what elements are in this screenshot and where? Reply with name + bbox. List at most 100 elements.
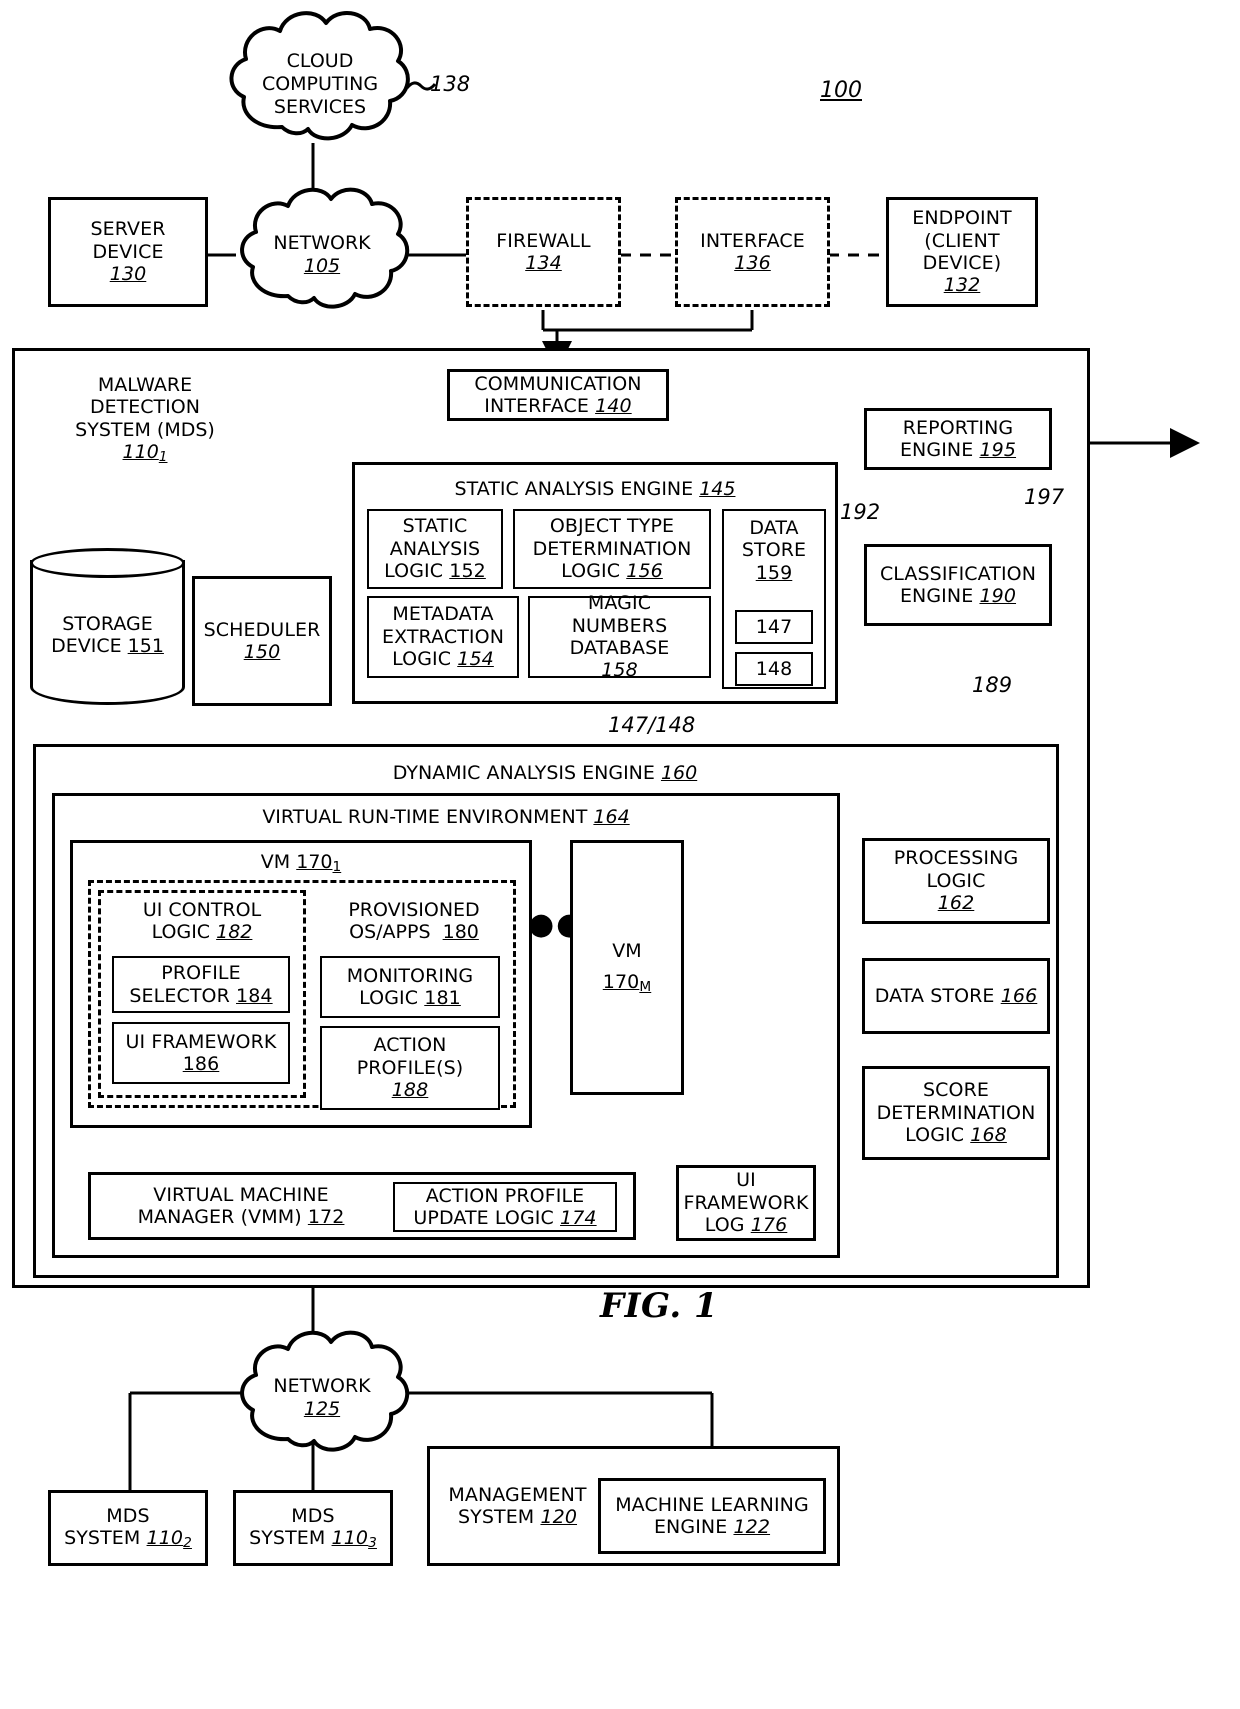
storage-device-line1: STORAGE	[62, 612, 153, 635]
mds3-ref-sub: 3	[368, 1535, 377, 1552]
figure-title: FIG. 1	[600, 1286, 719, 1326]
ref-138: 138	[430, 72, 471, 96]
vm1-ref: 170	[296, 851, 333, 873]
server-device-line2: DEVICE	[92, 240, 164, 263]
cloud-line1: CLOUD	[286, 50, 354, 72]
vm1-ref-sub: 1	[332, 859, 342, 875]
ps-ref: 184	[236, 984, 273, 1007]
network-105-ref: 105	[303, 254, 341, 277]
uifl-line1: UI	[736, 1169, 756, 1192]
ui-framework-box[interactable]: UI FRAMEWORK 186	[112, 1022, 290, 1084]
network-125-label: NETWORK 125	[242, 1375, 402, 1421]
uifl-line2: FRAMEWORK	[683, 1191, 809, 1214]
sal-line2: ANALYSIS	[389, 537, 481, 560]
vm-m-box[interactable]: VM 170M	[570, 840, 684, 1095]
uif-ref: 186	[182, 1053, 220, 1075]
score-determination-logic-box[interactable]: SCORE DETERMINATION LOGIC 168	[862, 1066, 1050, 1160]
server-device-box[interactable]: SERVER DEVICE 130	[48, 197, 208, 307]
ap-line1: ACTION	[373, 1034, 447, 1057]
ref-192: 192	[840, 500, 881, 524]
ml-ref: 181	[424, 987, 461, 1009]
mnd-ref: 158	[601, 659, 638, 682]
storage-device-ref: 151	[127, 635, 164, 657]
communication-interface-box[interactable]: COMMUNICATION INTERFACE 140	[447, 369, 669, 421]
object-type-determination-logic-box[interactable]: OBJECT TYPE DETERMINATION LOGIC 156	[513, 509, 711, 589]
mds-ref-sub: 1	[158, 449, 168, 466]
uifl-line3: LOG	[704, 1214, 745, 1237]
prov-line1: PROVISIONED	[348, 899, 480, 921]
ap-ref: 188	[391, 1079, 429, 1102]
vm1-title-text: VM	[260, 851, 291, 873]
pl-ref: 162	[937, 892, 975, 915]
mds3-ref: 110	[331, 1527, 369, 1550]
interface-box[interactable]: INTERFACE 136	[675, 197, 830, 307]
vmm-ref: 172	[307, 1206, 345, 1228]
scheduler-line1: SCHEDULER	[203, 618, 321, 641]
reporting-engine-box[interactable]: REPORTING ENGINE 195	[864, 408, 1052, 470]
scheduler-box[interactable]: SCHEDULER 150	[192, 576, 332, 706]
monitoring-logic-box[interactable]: MONITORING LOGIC 181	[320, 956, 500, 1018]
static-engine-title-text: STATIC ANALYSIS ENGINE	[454, 478, 694, 500]
mgmt-ref: 120	[540, 1506, 578, 1528]
ps-line2: SELECTOR	[129, 984, 230, 1007]
ref-147-148: 147/148	[608, 713, 696, 737]
dds-line1: DATA STORE	[874, 984, 995, 1007]
firewall-line1: FIREWALL	[496, 229, 591, 252]
data-store-item-148[interactable]: 148	[735, 652, 813, 686]
otdl-ref: 156	[626, 560, 663, 583]
vm-1-title: VM 1701	[78, 851, 524, 875]
network-125-line1: NETWORK	[273, 1375, 371, 1397]
data-store-item-147[interactable]: 147	[735, 610, 813, 644]
mds-title-line2: DETECTION	[90, 396, 200, 419]
static-engine-ref: 145	[699, 478, 736, 500]
ucl-ref: 182	[216, 921, 253, 944]
apu-line2: UPDATE LOGIC	[413, 1207, 554, 1229]
endpoint-ref: 132	[943, 274, 981, 297]
processing-logic-box[interactable]: PROCESSING LOGIC 162	[862, 838, 1050, 924]
cloud-line2: COMPUTING	[261, 72, 379, 95]
mds2-ref-sub: 2	[183, 1535, 192, 1552]
mel-line2: EXTRACTION	[381, 625, 505, 648]
endpoint-line1: ENDPOINT	[912, 207, 1012, 230]
mds3-line2: SYSTEM	[249, 1527, 326, 1550]
mds-title: MALWARE DETECTION SYSTEM (MDS) 1101	[40, 374, 250, 465]
prov-line2: OS/APPS	[349, 921, 431, 944]
classification-engine-box[interactable]: CLASSIFICATION ENGINE 190	[864, 544, 1052, 626]
ml-line1: MONITORING	[346, 964, 474, 987]
classification-ref: 190	[979, 585, 1017, 607]
magic-numbers-database-box[interactable]: MAGIC NUMBERS DATABASE 158	[528, 592, 711, 682]
mds-system-2-box[interactable]: MDS SYSTEM 1102	[48, 1490, 208, 1566]
mle-line1: MACHINE LEARNING	[615, 1493, 809, 1516]
ml-line2: LOGIC	[359, 987, 419, 1009]
dynamic-engine-ref: 160	[660, 762, 698, 784]
sdl-ref: 168	[970, 1124, 1007, 1147]
ref-197: 197	[1024, 485, 1065, 509]
profile-selector-box[interactable]: PROFILE SELECTOR 184	[112, 956, 290, 1013]
metadata-extraction-logic-box[interactable]: METADATA EXTRACTION LOGIC 154	[367, 596, 519, 678]
static-analysis-engine-title: STATIC ANALYSIS ENGINE 145	[360, 478, 830, 500]
apu-line1: ACTION PROFILE	[425, 1184, 585, 1207]
mgmt-line2: SYSTEM	[457, 1506, 535, 1528]
network-125-ref: 125	[303, 1397, 341, 1420]
static-analysis-logic-box[interactable]: STATIC ANALYSIS LOGIC 152	[367, 509, 503, 589]
mds-system-3-box[interactable]: MDS SYSTEM 1103	[233, 1490, 393, 1566]
machine-learning-engine-box[interactable]: MACHINE LEARNING ENGINE 122	[598, 1478, 826, 1554]
classification-line1: CLASSIFICATION	[879, 562, 1037, 585]
mel-ref: 154	[457, 648, 494, 671]
sal-line1: STATIC	[402, 515, 468, 538]
vmM-ref-sub: M	[639, 978, 652, 995]
action-profile-update-logic-box[interactable]: ACTION PROFILE UPDATE LOGIC 174	[393, 1182, 617, 1232]
vmm-line2: MANAGER (VMM)	[137, 1206, 302, 1228]
dynamic-data-store-box[interactable]: DATA STORE 166	[862, 958, 1050, 1034]
ucl-line1: UI CONTROL	[142, 899, 262, 921]
dynamic-engine-title-text: DYNAMIC ANALYSIS ENGINE	[392, 762, 655, 784]
endpoint-client-device-box[interactable]: ENDPOINT (CLIENT DEVICE) 132	[886, 197, 1038, 307]
otdl-line3: LOGIC	[561, 560, 621, 583]
server-device-ref: 130	[109, 263, 147, 286]
ui-framework-log-box[interactable]: UI FRAMEWORK LOG 176	[676, 1165, 816, 1241]
ps-line1: PROFILE	[161, 962, 241, 985]
storage-device-cylinder[interactable]: STORAGE DEVICE 151	[30, 560, 185, 705]
action-profiles-box[interactable]: ACTION PROFILE(S) 188	[320, 1026, 500, 1110]
storage-device-line2: DEVICE	[51, 635, 122, 657]
firewall-box[interactable]: FIREWALL 134	[466, 197, 621, 307]
